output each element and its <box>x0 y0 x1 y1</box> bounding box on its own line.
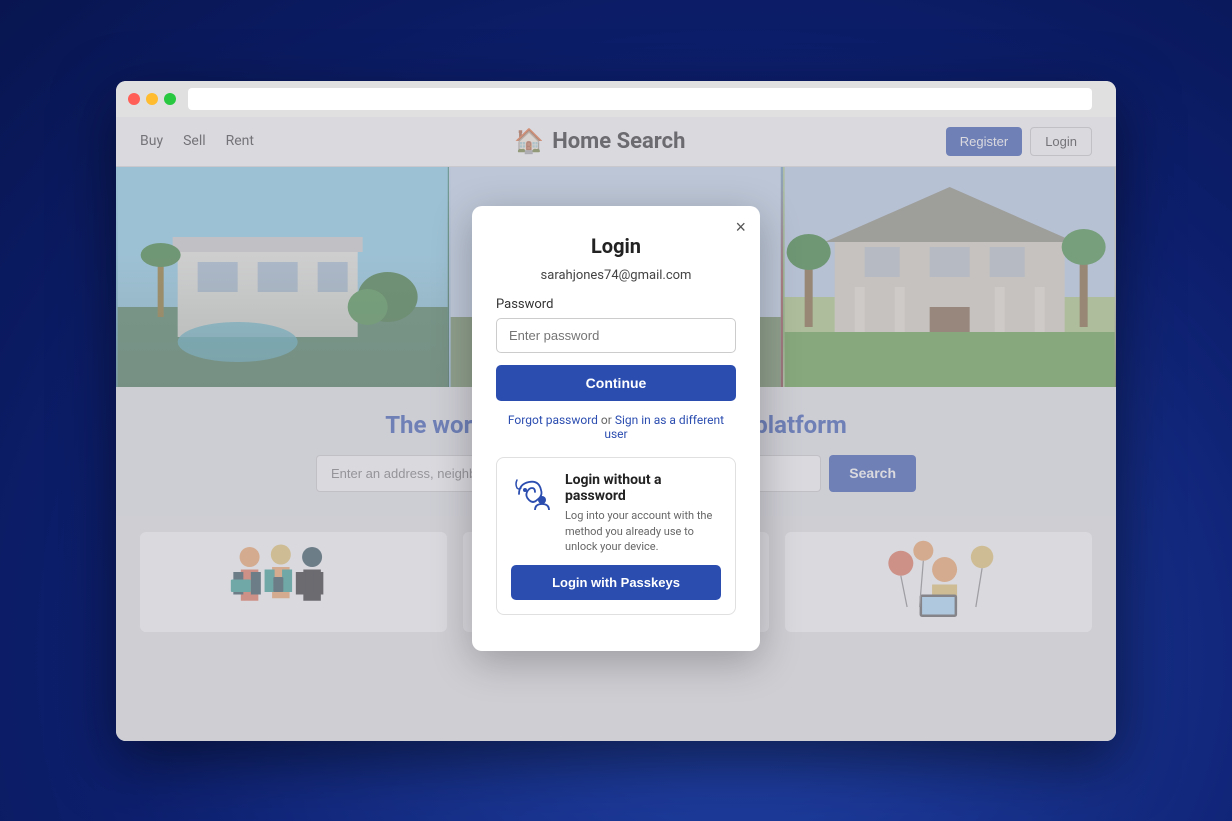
modal-close-button[interactable]: × <box>735 218 746 236</box>
or-text: or <box>598 413 615 427</box>
passkey-top: Login without a password Log into your a… <box>511 472 721 554</box>
sign-in-different-link[interactable]: Sign in as a different user <box>604 413 724 441</box>
maximize-button[interactable] <box>164 93 176 105</box>
modal-links: Forgot password or Sign in as a differen… <box>496 413 736 441</box>
modal-overlay[interactable]: × Login sarahjones74@gmail.com Password … <box>116 117 1116 741</box>
passkey-desc: Log into your account with the method yo… <box>565 508 721 554</box>
modal-email: sarahjones74@gmail.com <box>496 268 736 283</box>
browser-titlebar <box>116 81 1116 117</box>
passkey-icons <box>511 472 553 514</box>
login-modal: × Login sarahjones74@gmail.com Password … <box>472 206 760 650</box>
passkey-text: Login without a password Log into your a… <box>565 472 721 554</box>
password-label: Password <box>496 297 736 312</box>
browser-content: Buy Sell Rent 🏠 Home Search Register Log… <box>116 117 1116 741</box>
passkey-button[interactable]: Login with Passkeys <box>511 565 721 600</box>
window-controls <box>128 93 176 105</box>
browser-window: Buy Sell Rent 🏠 Home Search Register Log… <box>116 81 1116 741</box>
address-bar[interactable] <box>188 88 1092 110</box>
passkey-section: Login without a password Log into your a… <box>496 457 736 614</box>
modal-title: Login <box>496 234 736 258</box>
passkey-title: Login without a password <box>565 472 721 504</box>
forgot-password-link[interactable]: Forgot password <box>508 413 598 427</box>
minimize-button[interactable] <box>146 93 158 105</box>
website: Buy Sell Rent 🏠 Home Search Register Log… <box>116 117 1116 741</box>
passkey-icon-svg <box>511 472 553 514</box>
password-input[interactable] <box>496 318 736 353</box>
close-button[interactable] <box>128 93 140 105</box>
continue-button[interactable]: Continue <box>496 365 736 401</box>
